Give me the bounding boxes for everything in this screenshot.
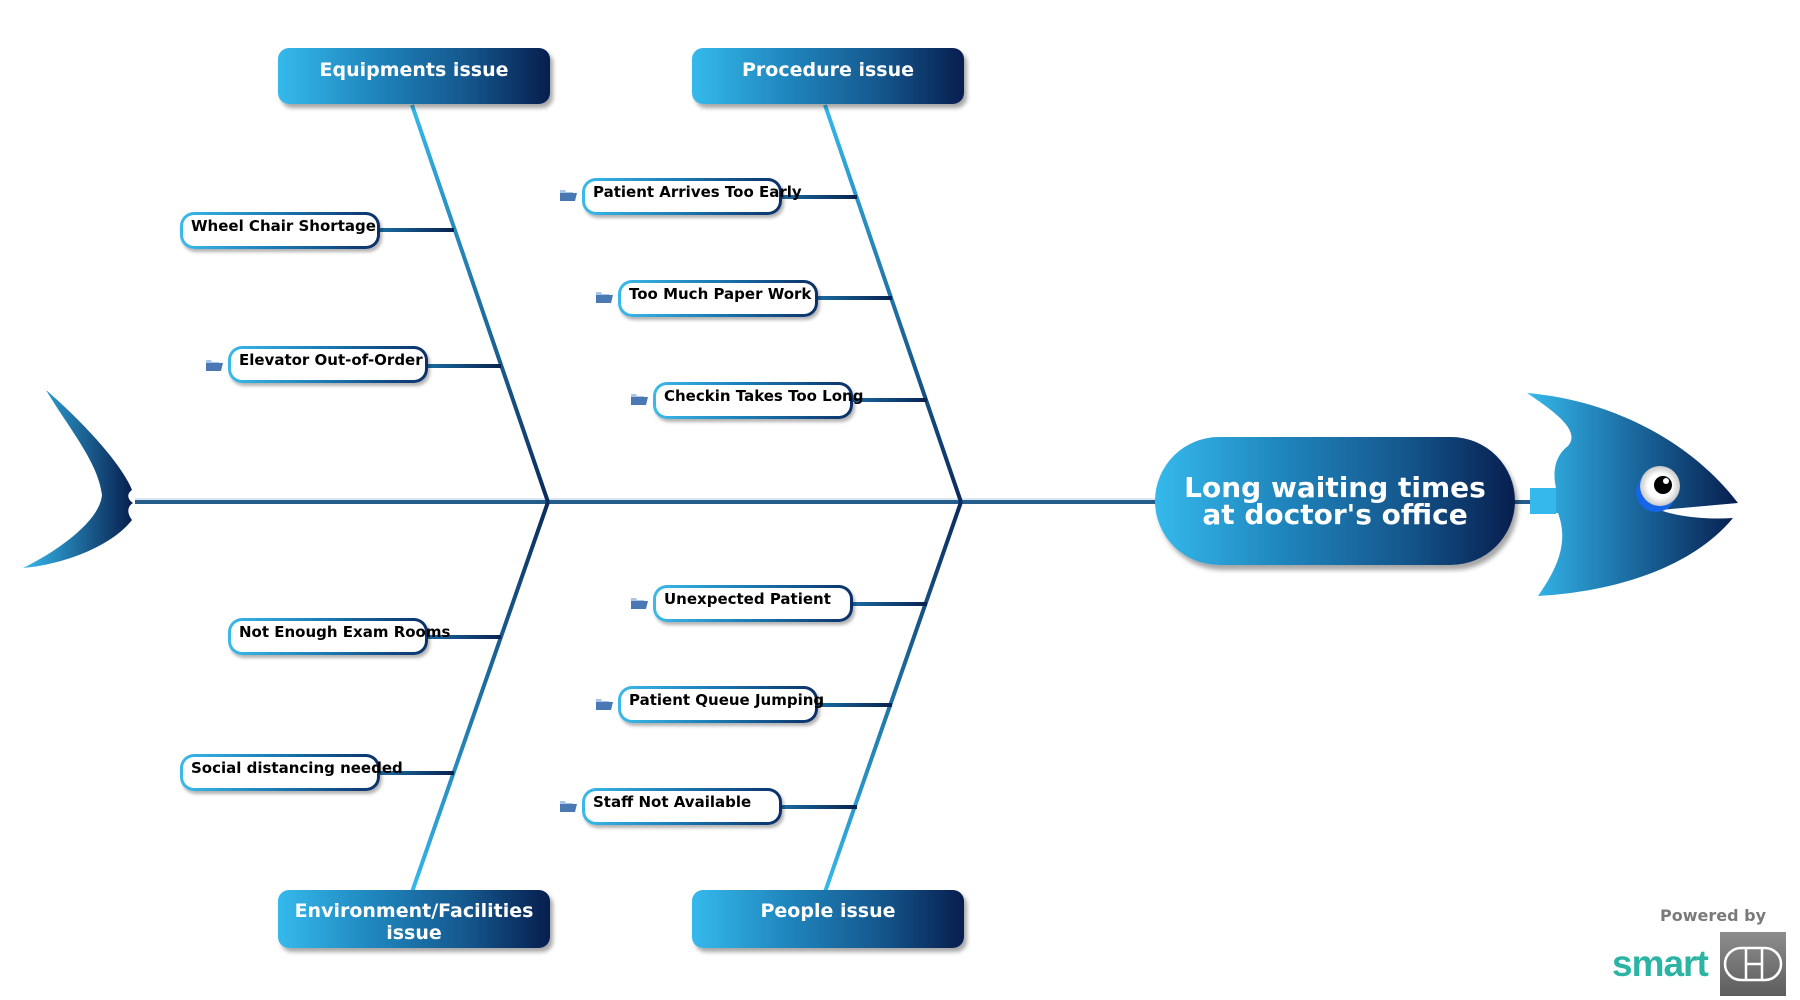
category-people-issue[interactable]: People issue (692, 890, 964, 948)
folder-icon[interactable] (596, 291, 613, 303)
folder-icon[interactable] (631, 597, 648, 609)
fishbone-diagram (23, 104, 1738, 893)
cause-unexpected-patient[interactable]: Unexpected Patient (653, 585, 853, 622)
cause-label: Wheel Chair Shortage (183, 215, 377, 246)
cause-label: Staff Not Available (585, 791, 779, 822)
folder-icon[interactable] (560, 800, 577, 812)
fish-pupil (1654, 476, 1672, 494)
connector (815, 703, 892, 707)
bone-equipments (410, 104, 550, 503)
folder-icon[interactable] (596, 698, 613, 710)
category-label: Procedure issue (741, 59, 915, 81)
folder-icon[interactable] (631, 393, 648, 405)
folder-icon[interactable] (560, 189, 577, 201)
fish-fin (1530, 488, 1556, 514)
folder-icon[interactable] (206, 359, 223, 371)
bone-people (823, 501, 963, 893)
powered-by-label: Powered by (1660, 906, 1766, 925)
cause-checkin-takes-too-long[interactable]: Checkin Takes Too Long (653, 382, 863, 419)
qed-mark-icon (1723, 946, 1783, 982)
category-label-line1: Environment/Facilities (294, 900, 534, 922)
cause-staff-not-available[interactable]: Staff Not Available (582, 788, 782, 825)
cause-label: Checkin Takes Too Long (656, 385, 863, 416)
cause-label: Unexpected Patient (656, 588, 850, 619)
cause-label: Social distancing needed (183, 757, 403, 788)
connector (425, 364, 501, 368)
smartqed-logo-word: smart (1612, 943, 1709, 984)
connector (779, 805, 857, 809)
category-equipments-issue[interactable]: Equipments issue (278, 48, 550, 104)
connector (815, 296, 892, 300)
fish-pupil-glint (1663, 478, 1669, 484)
cause-label: Too Much Paper Work (621, 283, 815, 314)
category-label: People issue (760, 900, 896, 922)
cause-label: Patient Queue Jumping (621, 689, 824, 720)
connector (850, 602, 927, 606)
cause-label: Elevator Out-of-Order (231, 349, 425, 380)
cause-label: Not Enough Exam Rooms (231, 621, 450, 652)
category-procedure-issue[interactable]: Procedure issue (692, 48, 964, 104)
cause-label: Patient Arrives Too Early (585, 181, 802, 212)
cause-elevator-out-of-order[interactable]: Elevator Out-of-Order (228, 346, 428, 383)
bone-procedure (823, 104, 963, 503)
problem-line1: Long waiting times (1184, 471, 1486, 504)
problem-statement[interactable]: Long waiting times at doctor's office (1155, 437, 1515, 565)
category-label: Equipments issue (319, 59, 509, 81)
cause-not-enough-exam-rooms[interactable]: Not Enough Exam Rooms (228, 618, 450, 655)
cause-wheel-chair-shortage[interactable]: Wheel Chair Shortage (180, 212, 380, 249)
smartqed-logo-mark (1720, 932, 1786, 996)
fish-head (1527, 393, 1738, 596)
cause-too-much-paper-work[interactable]: Too Much Paper Work (618, 280, 818, 317)
cause-social-distancing-needed[interactable]: Social distancing needed (180, 754, 403, 791)
connector (378, 228, 454, 232)
category-label-line2: issue (386, 922, 442, 944)
fish-tail (23, 390, 133, 568)
cause-patient-arrives-too-early[interactable]: Patient Arrives Too Early (582, 178, 802, 215)
category-environment-facilities-issue[interactable]: Environment/Facilities issue (278, 890, 550, 948)
problem-line2: at doctor's office (1202, 498, 1468, 531)
bone-environment (410, 501, 550, 893)
cause-patient-queue-jumping[interactable]: Patient Queue Jumping (618, 686, 824, 723)
